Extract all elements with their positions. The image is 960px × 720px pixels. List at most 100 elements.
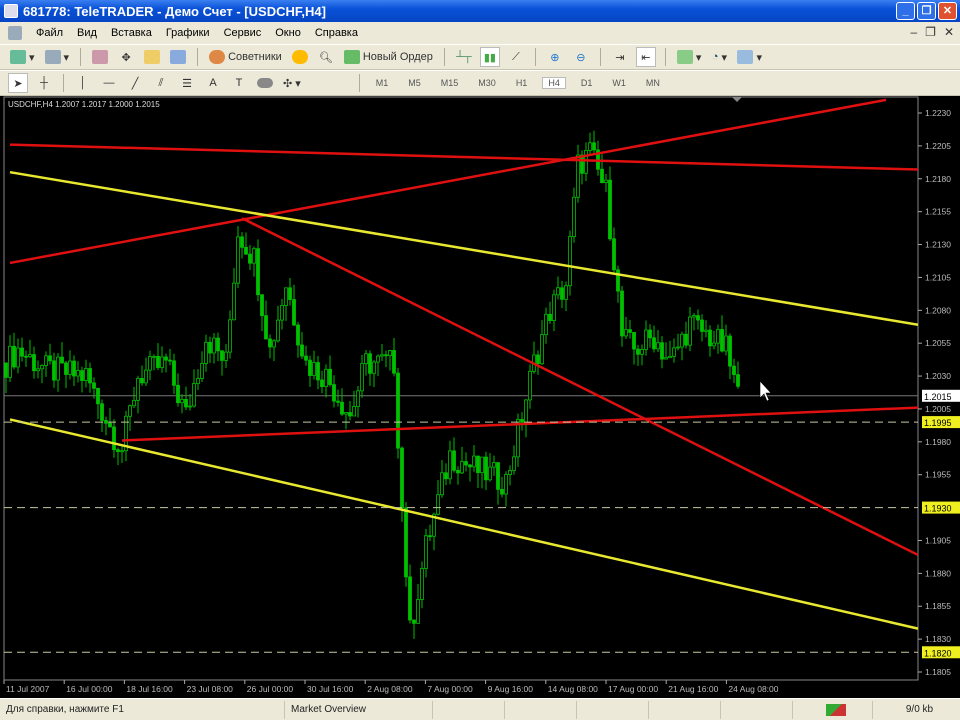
candle-body [512,456,516,471]
candle-body [552,294,556,321]
timeframe-d1[interactable]: D1 [574,73,600,93]
candle-body [184,398,188,408]
cursor-tool[interactable]: ➤ [8,73,28,93]
minimize-button[interactable]: _ [896,2,915,20]
line-chart-button[interactable]: ⟋ [506,47,526,67]
navigator-button[interactable]: ✥ [116,47,136,67]
indicators-button[interactable]: ▾ [675,47,704,67]
candle-body [288,287,292,300]
timeframe-m15[interactable]: M15 [434,73,466,93]
text-tool[interactable]: A [203,73,223,93]
fibonacci-icon: ☰ [182,77,192,90]
timeframe-mn[interactable]: MN [639,73,667,93]
menu-insert[interactable]: Вставка [111,27,152,39]
candle-body [656,342,660,350]
candle-body [188,405,192,408]
menu-tools[interactable]: Сервис [224,27,262,39]
candle-body [440,472,444,496]
crosshair-target-icon: ✥ [121,51,131,64]
candle-body [12,345,16,368]
time-tick-label: 18 Jul 16:00 [126,684,173,694]
text-label-tool[interactable]: T [229,73,249,93]
favorites-button[interactable] [142,47,162,67]
ellipse-tool[interactable] [255,73,275,93]
candle-body [360,363,364,392]
terminal-button[interactable] [168,47,188,67]
candle-body [424,535,428,569]
candle-body [296,324,300,346]
candle-body [736,374,740,387]
close-button[interactable]: ✕ [938,2,957,20]
candle-body [676,346,680,349]
chart-shift-marker [732,97,742,102]
candle-body [604,179,608,183]
menu-window[interactable]: Окно [275,27,301,39]
candle-body [476,455,480,474]
market-watch-button[interactable] [90,47,110,67]
candlestick-button[interactable]: ▮▮ [479,47,500,67]
candle-body [36,368,40,372]
candle-body [232,282,236,321]
trendline-tool[interactable]: ╱ [125,73,145,93]
arrows-tool[interactable]: ✣ ▾ [281,73,303,93]
child-minimize-icon[interactable]: – [910,25,917,39]
candle-body [468,464,472,468]
candle-body [60,356,64,364]
experts-button[interactable]: Советники [207,47,284,67]
child-close-icon[interactable]: ✕ [944,25,954,39]
candle-body [20,347,24,357]
title-bar: 681778: TeleTRADER - Демо Счет - [USDCHF… [0,0,960,22]
timeframe-h4[interactable]: H4 [540,73,568,93]
time-tick-label: 26 Jul 00:00 [247,684,294,694]
templates-button[interactable]: ▾ [735,47,764,67]
candle-body [300,344,304,357]
restore-button[interactable]: ❐ [917,2,936,20]
candle-body [568,236,572,287]
candle-body [408,576,412,621]
timeframe-m5[interactable]: M5 [401,73,428,93]
zoom-out-button[interactable]: ⊖ [571,47,591,67]
candle-body [668,355,672,359]
crosshair-tool[interactable]: ┼ [34,73,54,93]
candle-body [500,488,504,495]
zoom-in-button[interactable]: ⊕ [545,47,565,67]
candle-body [352,406,356,417]
chart-shift-button[interactable]: ⇤ [635,47,656,67]
periods-button[interactable]: ◔ ▾ [709,47,729,67]
equidistant-channel-tool[interactable]: ⫽ [151,73,171,93]
candle-body [252,248,256,264]
menu-help[interactable]: Справка [315,27,358,39]
menu-charts[interactable]: Графики [166,27,210,39]
timeframe-m1[interactable]: M1 [369,73,396,93]
candle-body [708,329,712,347]
trendline [121,406,919,442]
timeframe-m30[interactable]: M30 [471,73,503,93]
menu-file[interactable]: Файл [36,27,63,39]
child-restore-icon[interactable]: ❐ [925,25,936,39]
timeframe-h1[interactable]: H1 [509,73,535,93]
candle-body [536,354,540,365]
profiles-button[interactable]: ▾ [43,47,72,67]
fibonacci-tool[interactable]: ☰ [177,73,197,93]
bar-chart-button[interactable]: ┴┬ [454,47,474,67]
autoscroll-button[interactable]: ⇥ [610,47,630,67]
vertical-line-tool[interactable]: │ [73,73,93,93]
candle-body [548,313,552,321]
search-button[interactable]: 🔍︎ [316,47,336,67]
candle-body [704,329,708,332]
menu-view[interactable]: Вид [77,27,97,39]
candle-body [24,355,28,358]
new-chart-button[interactable]: ▾ [8,47,37,67]
price-tick-label: 1.2105 [925,272,951,282]
price-chart[interactable]: 1.1995 1.1930 1.1820 1.2015 1.2230 1.2205 1.21… [0,96,960,698]
templates-icon [737,50,754,64]
new-order-button[interactable]: Новый Ордер [342,47,435,67]
timeframe-w1[interactable]: W1 [605,73,633,93]
vertical-line-icon: │ [79,77,87,89]
chart-window[interactable]: 1.1995 1.1930 1.1820 1.2015 1.2230 1.2205 1.21… [0,96,960,698]
horizontal-line-tool[interactable]: — [99,73,119,93]
alert-button[interactable] [290,47,310,67]
candle-body [384,354,388,357]
candle-body [592,142,596,151]
candle-body [104,420,108,424]
